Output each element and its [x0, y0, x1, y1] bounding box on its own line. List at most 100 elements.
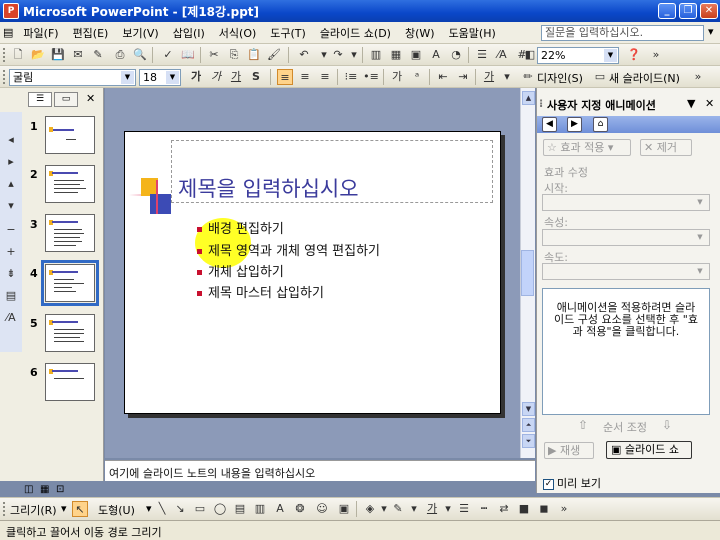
close-button[interactable]: ✕ — [700, 3, 718, 19]
next-slide-icon[interactable]: ⏷ — [522, 434, 535, 448]
toolbar-grip[interactable] — [3, 48, 6, 62]
powerpoint-app-icon[interactable]: P — [3, 3, 19, 19]
demote-icon[interactable]: ▸ — [3, 154, 19, 170]
design-button[interactable]: 디자인(S) — [537, 70, 583, 86]
insert-diagram-icon[interactable]: ◔ — [448, 47, 464, 63]
align-center-icon[interactable]: ≡ — [297, 69, 313, 85]
scroll-down-icon[interactable]: ▼ — [522, 402, 535, 416]
dash-style-icon[interactable]: ┅ — [476, 501, 492, 517]
decrease-indent-icon[interactable]: ⇤ — [435, 69, 451, 85]
save-icon[interactable]: 💾 — [50, 47, 66, 63]
spelling-icon[interactable]: ✓ — [160, 47, 176, 63]
collapse-icon[interactable]: − — [3, 222, 19, 238]
insert-table-icon[interactable]: ▦ — [388, 47, 404, 63]
menu-tools[interactable]: 도구(T) — [263, 25, 313, 41]
pane-close-icon[interactable]: ✕ — [705, 97, 714, 110]
align-right-icon[interactable]: ≡ — [317, 69, 333, 85]
slide-sorter-icon[interactable]: ▦ — [40, 484, 49, 495]
play-button[interactable]: ▶ 재생 — [544, 442, 594, 459]
help-dropdown-icon[interactable]: ▾ — [708, 25, 714, 38]
design-icon[interactable]: ✏ — [520, 69, 536, 85]
expand-all-icon[interactable]: ☰ — [474, 47, 490, 63]
picture-icon[interactable]: ▣ — [336, 501, 352, 517]
line-color-dropdown-icon[interactable]: ▾ — [406, 501, 422, 517]
menu-file[interactable]: 파일(F) — [16, 25, 65, 41]
new-icon[interactable]: 🗋 — [10, 47, 26, 63]
new-slide-icon[interactable]: ▭ — [592, 69, 608, 85]
decrease-font-icon[interactable]: ᵃ — [409, 69, 425, 85]
pane-dropdown-icon[interactable]: ▼ — [687, 97, 695, 110]
menu-view[interactable]: 보기(V) — [115, 25, 165, 41]
autoshapes-arrow-icon[interactable]: ▾ — [146, 502, 152, 515]
tables-borders-icon[interactable]: ▣ — [408, 47, 424, 63]
new-slide-button[interactable]: 새 슬라이드(N) — [609, 70, 680, 86]
increase-indent-icon[interactable]: ⇥ — [455, 69, 471, 85]
property-combo[interactable]: ▼ — [542, 229, 710, 246]
help-question-input[interactable]: 질문을 입력하십시오. — [541, 25, 704, 41]
menu-help[interactable]: 도움말(H) — [442, 25, 503, 41]
font-size-combo[interactable]: 18 ▼ — [139, 69, 181, 86]
menu-format[interactable]: 서식(O) — [212, 25, 263, 41]
add-effect-button[interactable]: ☆ 효과 적용 ▾ — [543, 139, 631, 156]
cut-icon[interactable]: ✂ — [206, 47, 222, 63]
redo-icon[interactable]: ↷ — [330, 47, 346, 63]
show-formatting-icon[interactable]: ⁄A — [3, 310, 19, 326]
chevron-down-icon[interactable]: ▼ — [693, 196, 707, 209]
bullet-item[interactable]: 제목 영역과 개체 영역 편집하기 — [197, 240, 380, 259]
vertical-textbox-icon[interactable]: ▥ — [252, 501, 268, 517]
slide-thumbnail[interactable] — [45, 363, 95, 401]
open-icon[interactable]: 📂 — [30, 47, 46, 63]
slide-title[interactable]: 제목을 입력하십시오 — [178, 173, 359, 203]
print-preview-icon[interactable]: 🔍 — [132, 47, 148, 63]
move-up-icon[interactable]: ▴ — [3, 176, 19, 192]
select-objects-icon[interactable]: ↖ — [72, 501, 88, 517]
slide-thumbnail[interactable] — [45, 165, 95, 203]
chevron-down-icon[interactable]: ▼ — [693, 265, 707, 278]
autoshapes-menu[interactable]: 도형(U) — [98, 502, 135, 518]
normal-view-icon[interactable]: ◫ — [24, 484, 33, 495]
shadow-style-icon[interactable]: ■ — [516, 501, 532, 517]
bullet-item[interactable]: 개체 삽입하기 — [197, 261, 284, 280]
insert-wordart-icon[interactable]: A — [428, 47, 444, 63]
outline-tab[interactable]: ☰ — [28, 92, 52, 107]
panel-close-icon[interactable]: ✕ — [86, 92, 95, 105]
font-color-dropdown-icon[interactable]: ▾ — [499, 69, 515, 85]
line-style-icon[interactable]: ☰ — [456, 501, 472, 517]
align-left-icon[interactable]: ≡ — [277, 69, 293, 85]
back-icon[interactable]: ◀ — [542, 117, 557, 132]
document-icon[interactable]: ▤ — [0, 26, 16, 39]
line-color-icon[interactable]: ✎ — [390, 501, 406, 517]
move-down-icon[interactable]: ▾ — [3, 198, 19, 214]
bullet-item[interactable]: 제목 마스터 삽입하기 — [197, 282, 324, 301]
underline-button[interactable]: 가 — [228, 69, 244, 85]
paste-icon[interactable]: 📋 — [246, 47, 262, 63]
maximize-button[interactable]: ❐ — [679, 3, 697, 19]
font-color-dropdown-icon[interactable]: ▾ — [440, 501, 456, 517]
wordart-icon[interactable]: A — [272, 501, 288, 517]
bold-button[interactable]: 가 — [188, 69, 204, 85]
bullets-icon[interactable]: •≡ — [363, 69, 379, 85]
toolbar-options-icon[interactable]: » — [648, 47, 664, 63]
chevron-down-icon[interactable]: ▼ — [166, 71, 179, 84]
slide-thumbnail-selected[interactable] — [41, 260, 99, 306]
menu-insert[interactable]: 삽입(I) — [166, 25, 212, 41]
remove-effect-button[interactable]: ✕ 제거 — [640, 139, 692, 156]
draw-menu-arrow-icon[interactable]: ▾ — [61, 502, 67, 515]
toolbar-options-icon[interactable]: » — [690, 69, 706, 85]
slide-thumbnail[interactable] — [45, 116, 95, 154]
chevron-down-icon[interactable]: ▼ — [121, 71, 134, 84]
arrow-icon[interactable]: ↘ — [172, 501, 188, 517]
increase-font-icon[interactable]: 가 — [389, 69, 405, 85]
home-icon[interactable]: ⌂ — [593, 117, 608, 132]
format-painter-icon[interactable]: 🖌 — [266, 47, 282, 63]
diagram-icon[interactable]: ❂ — [292, 501, 308, 517]
rectangle-icon[interactable]: ▭ — [192, 501, 208, 517]
help-icon[interactable]: ❓ — [626, 47, 642, 63]
start-combo[interactable]: ▼ — [542, 194, 710, 211]
forward-icon[interactable]: ▶ — [567, 117, 582, 132]
scroll-up-icon[interactable]: ▲ — [522, 91, 535, 105]
slide-thumbnail[interactable] — [45, 214, 95, 252]
color-grayscale-icon[interactable]: ◧ — [522, 47, 538, 63]
undo-icon[interactable]: ↶ — [296, 47, 312, 63]
textbox-icon[interactable]: ▤ — [232, 501, 248, 517]
